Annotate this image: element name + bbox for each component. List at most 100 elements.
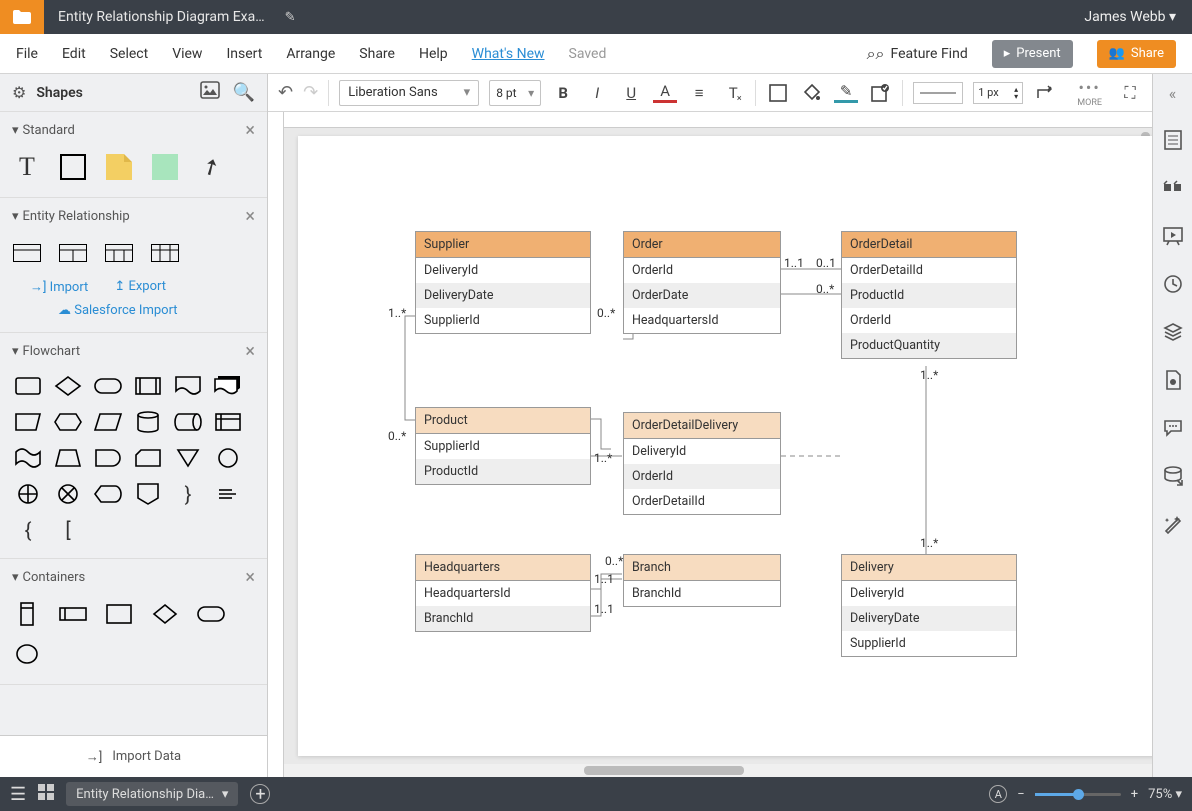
border-color-button[interactable]: ✎ (834, 83, 858, 103)
close-containers-icon[interactable]: × (245, 567, 255, 588)
fullscreen-button[interactable]: ⛶ (1118, 81, 1142, 105)
flow-sum[interactable] (12, 480, 44, 508)
flow-note[interactable] (212, 480, 244, 508)
entity-branch[interactable]: Branch BranchId (623, 554, 781, 607)
collapse-dock-icon[interactable]: « (1169, 84, 1177, 103)
autosave-icon[interactable]: A (989, 785, 1007, 803)
menu-insert[interactable]: Insert (226, 46, 262, 62)
shape-fill-icon[interactable] (766, 81, 790, 105)
folder-icon[interactable] (0, 0, 44, 34)
container-4[interactable] (150, 602, 180, 626)
feature-find[interactable]: ⌕⌕ Feature Find (867, 44, 968, 64)
note-shape[interactable] (104, 155, 134, 179)
zoom-out-button[interactable]: − (1017, 787, 1024, 802)
flow-delay[interactable] (92, 444, 124, 472)
menu-file[interactable]: File (16, 46, 38, 62)
zoom-slider[interactable] (1035, 793, 1121, 796)
flow-terminator[interactable] (92, 372, 124, 400)
diagram-page[interactable]: Supplier DeliveryId DeliveryDate Supplie… (298, 136, 1152, 756)
er-shape-3[interactable] (104, 241, 134, 265)
import-link[interactable]: →] Import (30, 279, 88, 295)
search-icon[interactable]: 🔍 (233, 82, 255, 103)
flow-storage[interactable] (172, 408, 204, 436)
container-2[interactable] (58, 602, 88, 626)
flow-merge[interactable] (172, 444, 204, 472)
flow-manual[interactable] (12, 408, 44, 436)
bold-button[interactable]: B (551, 81, 575, 105)
more-button[interactable]: •••MORE (1077, 78, 1102, 108)
chat-icon[interactable] (1162, 417, 1184, 439)
entity-order[interactable]: Order OrderId OrderDate HeadquartersId (623, 231, 781, 334)
zoom-level[interactable]: 75% ▾ (1148, 787, 1182, 802)
whats-new-link[interactable]: What's New (472, 46, 545, 62)
close-er-icon[interactable]: × (245, 206, 255, 227)
line-style-select[interactable] (913, 82, 963, 104)
italic-button[interactable]: I (585, 81, 609, 105)
menu-edit[interactable]: Edit (62, 46, 86, 62)
undo-button[interactable]: ↶ (278, 82, 293, 103)
template-icon[interactable] (1162, 129, 1184, 151)
container-1[interactable] (12, 602, 42, 626)
entity-delivery[interactable]: Delivery DeliveryId DeliveryDate Supplie… (841, 554, 1017, 657)
grid-view-icon[interactable] (38, 784, 54, 804)
flow-bracket[interactable]: [ (52, 516, 84, 544)
flow-data[interactable] (92, 408, 124, 436)
chevron-down-icon[interactable]: ▾ (12, 344, 19, 359)
panel-standard[interactable]: Standard (23, 123, 75, 138)
flow-internal[interactable] (212, 408, 244, 436)
entity-orderdetaildelivery[interactable]: OrderDetailDelivery DeliveryId OrderId O… (623, 412, 781, 515)
layers-icon[interactable] (1162, 321, 1184, 343)
close-flow-icon[interactable]: × (245, 341, 255, 362)
import-data-button[interactable]: →] Import Data (0, 735, 267, 777)
present-button[interactable]: ▸ Present (992, 40, 1073, 68)
close-standard-icon[interactable]: × (245, 120, 255, 141)
er-shape-1[interactable] (12, 241, 42, 265)
align-button[interactable]: ≡ (687, 81, 711, 105)
chevron-down-icon[interactable]: ▾ (12, 570, 19, 585)
flow-tape[interactable] (12, 444, 44, 472)
menu-select[interactable]: Select (110, 46, 148, 62)
magic-icon[interactable] (1162, 513, 1184, 535)
chevron-down-icon[interactable]: ▾ (12, 209, 19, 224)
entity-orderdetail[interactable]: OrderDetail OrderDetailId ProductId Orde… (841, 231, 1017, 359)
page-tab[interactable]: Entity Relationship Dia…▾ (66, 782, 238, 806)
text-color-button[interactable]: A (653, 83, 677, 103)
rectangle-shape[interactable] (58, 155, 88, 179)
clear-format-button[interactable]: T× (721, 81, 745, 105)
container-3[interactable] (104, 602, 134, 626)
menu-help[interactable]: Help (419, 46, 448, 62)
user-menu[interactable]: James Webb ▾ (1068, 9, 1192, 25)
image-icon[interactable] (201, 82, 219, 103)
panel-containers[interactable]: Containers (23, 570, 86, 585)
redo-button[interactable]: ↷ (303, 82, 318, 103)
font-family-select[interactable]: Liberation Sans▾ (339, 80, 479, 106)
edit-title-icon[interactable]: ✎ (279, 10, 302, 25)
fill-color-button[interactable] (800, 81, 824, 105)
font-size-select[interactable]: 8 pt▾ (489, 80, 541, 106)
text-shape[interactable]: T (12, 155, 42, 179)
entity-headquarters[interactable]: Headquarters HeadquartersId BranchId (415, 554, 591, 632)
salesforce-import-link[interactable]: ☁ Salesforce Import (12, 303, 255, 318)
flow-trap[interactable] (52, 444, 84, 472)
data-icon[interactable] (1162, 465, 1184, 487)
panel-flowchart[interactable]: Flowchart (23, 344, 81, 359)
chevron-down-icon[interactable]: ▾ (12, 123, 19, 138)
comment-icon[interactable] (1162, 177, 1184, 199)
flow-lbrace[interactable]: { (12, 516, 44, 544)
flow-doc[interactable] (172, 372, 204, 400)
document-title[interactable]: Entity Relationship Diagram Exa… (44, 9, 279, 25)
flow-db[interactable] (132, 408, 164, 436)
arrow-shape[interactable]: ➚ (192, 149, 230, 185)
history-icon[interactable] (1162, 273, 1184, 295)
flow-rect[interactable] (12, 372, 44, 400)
flow-card[interactable] (132, 444, 164, 472)
list-view-icon[interactable]: ☰ (10, 784, 26, 805)
line-width-select[interactable]: 1 px▴▾ (973, 82, 1023, 104)
container-5[interactable] (196, 602, 226, 626)
flow-predef[interactable] (132, 372, 164, 400)
menu-share[interactable]: Share (359, 46, 395, 62)
add-page-button[interactable]: + (250, 784, 270, 804)
zoom-in-button[interactable]: + (1131, 787, 1138, 802)
entity-supplier[interactable]: Supplier DeliveryId DeliveryDate Supplie… (415, 231, 591, 334)
gear-icon[interactable]: ⚙ (12, 83, 26, 102)
